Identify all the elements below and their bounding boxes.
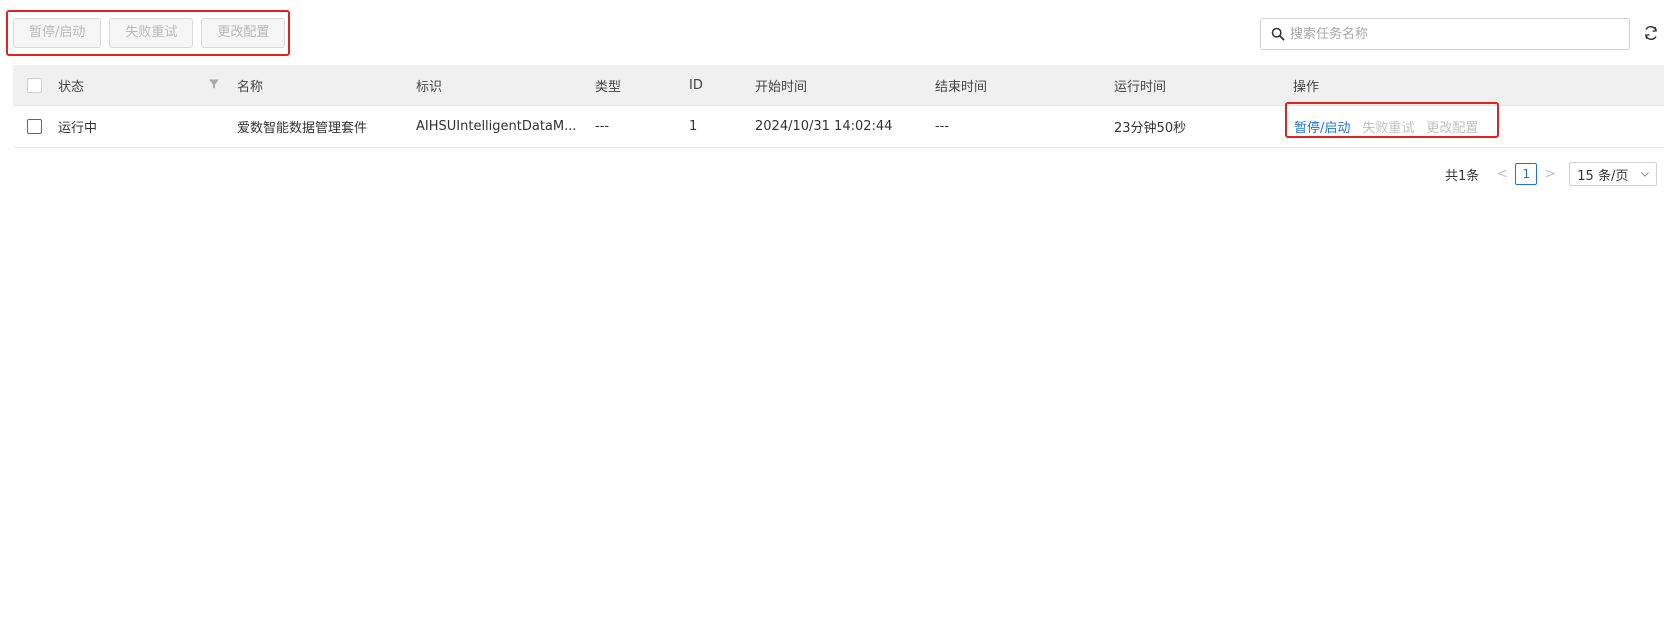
task-id: 1 xyxy=(689,119,698,134)
select-all-checkbox[interactable] xyxy=(27,77,42,93)
status-link[interactable]: 运行中 xyxy=(58,106,97,147)
task-identifier: AIHSUIntelligentDataM... xyxy=(416,119,576,134)
header-select-all xyxy=(27,65,42,105)
change-config-button[interactable]: 更改配置 xyxy=(201,18,286,48)
total-count: 共1条 xyxy=(1445,168,1480,184)
task-list-page: 暂停/启动 失败重试 更改配置 状态 名称 标识 类型 ID xyxy=(0,0,1674,626)
row-checkbox[interactable] xyxy=(27,119,42,134)
column-header-end-time[interactable]: 结束时间 xyxy=(935,65,987,105)
row-actions: 暂停/启动 失败重试 更改配置 xyxy=(1294,106,1478,147)
refresh-icon[interactable] xyxy=(1642,24,1660,42)
row-select xyxy=(27,106,42,147)
task-start-time: 2024/10/31 14:02:44 xyxy=(755,119,893,134)
search-box[interactable] xyxy=(1260,18,1630,50)
row-change-config-action[interactable]: 更改配置 xyxy=(1426,117,1478,136)
column-header-name[interactable]: 名称 xyxy=(237,65,263,105)
page-size-value: 15 条/页 xyxy=(1577,168,1629,184)
table-header: 状态 名称 标识 类型 ID 开始时间 结束时间 运行时间 操作 xyxy=(13,65,1664,106)
task-run-time: 23分钟50秒 xyxy=(1114,121,1187,136)
column-header-actions: 操作 xyxy=(1293,79,1320,95)
chevron-down-icon xyxy=(1641,172,1650,177)
column-header-identifier[interactable]: 标识 xyxy=(416,65,442,105)
row-pause-start-action[interactable]: 暂停/启动 xyxy=(1294,117,1350,136)
filter-icon[interactable] xyxy=(208,78,220,90)
column-header-id[interactable]: ID xyxy=(689,65,703,105)
pause-start-button[interactable]: 暂停/启动 xyxy=(13,18,102,48)
next-page-button[interactable]: > xyxy=(1543,166,1557,182)
task-name-link[interactable]: 爱数智能数据管理套件 xyxy=(237,106,367,147)
column-header-status: 状态 xyxy=(58,79,85,95)
task-end-time: --- xyxy=(935,119,950,134)
search-icon xyxy=(1271,27,1285,41)
search-input[interactable] xyxy=(1290,20,1629,48)
task-type: --- xyxy=(595,119,610,134)
bulk-action-toolbar: 暂停/启动 失败重试 更改配置 xyxy=(13,18,286,48)
row-retry-failed-action[interactable]: 失败重试 xyxy=(1362,117,1414,136)
retry-failed-button[interactable]: 失败重试 xyxy=(109,18,194,48)
column-header-run-time[interactable]: 运行时间 xyxy=(1114,65,1166,105)
task-table: 状态 名称 标识 类型 ID 开始时间 结束时间 运行时间 操作 运行中 爱数智… xyxy=(13,65,1664,148)
column-header-type[interactable]: 类型 xyxy=(595,65,621,105)
table-row: 运行中 爱数智能数据管理套件 AIHSUIntelligentDataM... … xyxy=(13,106,1664,148)
column-header-start-time[interactable]: 开始时间 xyxy=(755,65,807,105)
prev-page-button[interactable]: < xyxy=(1495,166,1509,182)
page-size-select[interactable]: 15 条/页 xyxy=(1569,162,1658,186)
pagination: 共1条 < 1 > 15 条/页 xyxy=(1445,162,1658,186)
page-1-button[interactable]: 1 xyxy=(1515,163,1538,185)
